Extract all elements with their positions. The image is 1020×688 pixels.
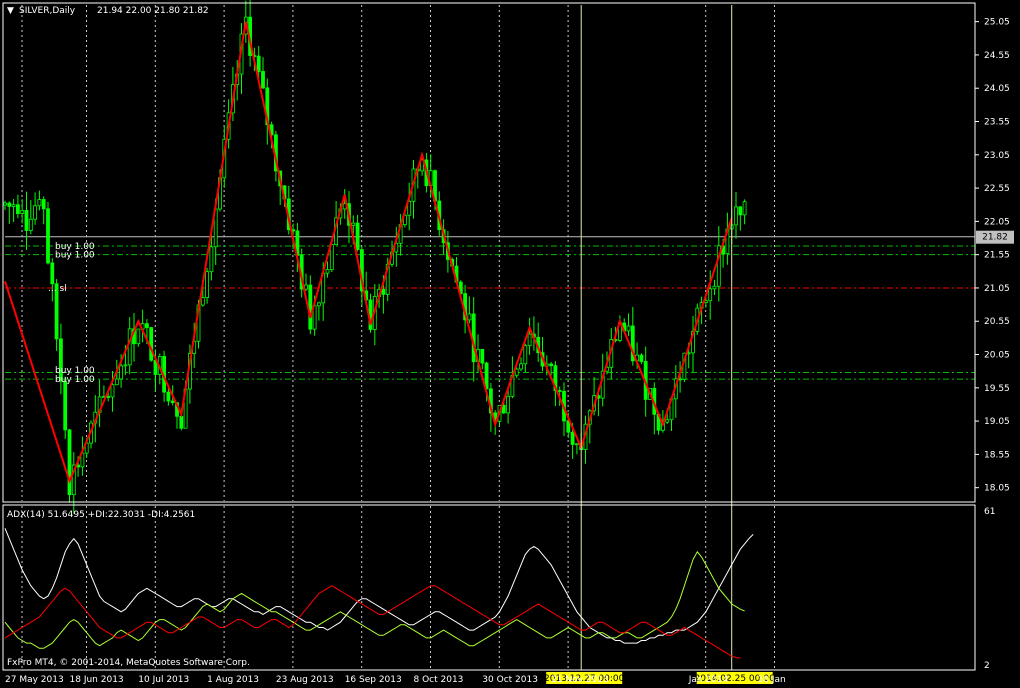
time-tick-label: Jan 2014: [688, 675, 729, 685]
candle-body: [67, 429, 72, 496]
price-tick-label: 23.05: [984, 151, 1010, 161]
symbol-label: SILVER,Daily: [19, 6, 76, 16]
order-label: buy 1.00: [55, 375, 95, 385]
price-tick-label: 24.05: [984, 84, 1010, 94]
candle-body: [742, 201, 747, 216]
adx-label: ADX(14) 51.6495 +DI:22.3031 -DI:4.2561: [7, 510, 195, 520]
candle-body: [123, 364, 128, 367]
candle-body: [549, 363, 553, 367]
candle-body: [480, 348, 485, 364]
time-tick-label: 30 Jan: [758, 675, 786, 685]
candle-body: [708, 288, 713, 302]
candle-body: [325, 269, 330, 274]
candle-body: [734, 206, 738, 226]
order-label: buy 1.00: [55, 242, 95, 252]
time-tick-label: 18 Jun 2013: [70, 675, 124, 685]
candle-body: [127, 328, 132, 366]
adx-tick-label: 61: [984, 507, 995, 517]
price-chart[interactable]: 2013.12.27 00:00 2014.02.25 00:00 25.0524…: [0, 0, 1020, 688]
ohlc-values: 21.94 22.00 21.80 21.82: [97, 6, 209, 16]
price-tick-label: 20.55: [984, 317, 1010, 327]
price-tick-label: 21.55: [984, 251, 1010, 261]
candle-body: [381, 288, 386, 295]
candle-body: [527, 333, 532, 347]
candle-body: [179, 415, 184, 429]
time-tick-label: 27 May 2013: [5, 675, 64, 685]
candle-body: [355, 222, 360, 250]
price-tick-label: 20.05: [984, 351, 1010, 361]
candle-body: [256, 55, 261, 72]
candle-body: [351, 222, 356, 226]
candle-body: [63, 380, 68, 431]
candle-body: [170, 400, 175, 403]
candle-body: [33, 205, 37, 220]
candle-body: [570, 431, 575, 445]
candle-body: [205, 271, 210, 298]
candle-body: [626, 325, 631, 332]
candle-body: [136, 328, 141, 345]
candle-body: [106, 396, 111, 398]
price-tick-label: 18.05: [984, 484, 1010, 494]
price-tick-label: 25.05: [984, 18, 1010, 28]
chart-menu-icon[interactable]: ▼: [7, 6, 14, 16]
time-tick-label: 1 Aug 2013: [207, 675, 259, 685]
time-tick-label: 21 Nov 2013: [551, 675, 609, 685]
order-label: ... sl: [48, 284, 67, 294]
candle-body: [639, 354, 644, 362]
candle-body: [37, 199, 42, 207]
candle-body: [261, 71, 265, 89]
time-tick-label: 23 Aug 2013: [276, 675, 334, 685]
candle-body: [3, 202, 7, 206]
candle-body: [24, 209, 29, 231]
price-tick-label: 19.05: [984, 417, 1010, 427]
time-tick-label: 30 Oct 2013: [482, 675, 538, 685]
candle-body: [501, 405, 506, 414]
candle-body: [20, 209, 25, 214]
candle-body: [209, 246, 214, 273]
price-tick-label: 24.55: [984, 51, 1010, 61]
candle-body: [46, 208, 50, 264]
candle-body: [149, 327, 154, 361]
copyright-text: FxPro MT4, © 2001-2014, MetaQuotes Softw…: [7, 658, 250, 668]
price-tick-label: 19.55: [984, 384, 1010, 394]
candle-body: [575, 443, 579, 446]
candle-body: [506, 395, 511, 414]
candle-body: [665, 419, 670, 423]
order-label: buy 1.00: [55, 366, 95, 376]
candle-body: [28, 218, 33, 231]
candle-body: [712, 285, 717, 290]
candle-body: [144, 323, 149, 328]
candle-body: [523, 345, 528, 365]
candle-body: [166, 391, 171, 402]
candle-body: [114, 378, 119, 386]
candle-body: [11, 204, 16, 207]
time-tick-label: 8 Oct 2013: [414, 675, 464, 685]
candle-body: [304, 284, 308, 290]
adx-tick-label: 2: [984, 661, 990, 671]
candle-body: [50, 262, 55, 285]
price-tick-label: 18.55: [984, 450, 1010, 460]
candle-body: [519, 363, 523, 370]
candle-body: [7, 202, 12, 207]
candle-body: [119, 365, 123, 380]
candle-body: [557, 390, 562, 392]
candle-body: [200, 297, 205, 306]
order-label: buy 1.00: [55, 251, 95, 261]
price-tick-label: 21.05: [984, 284, 1010, 294]
candle-body: [316, 302, 321, 307]
price-tick-label: 23.55: [984, 118, 1010, 128]
candle-body: [110, 384, 115, 398]
time-tick-label: 16 Sep 2013: [345, 675, 402, 685]
price-tick-label: 22.55: [984, 184, 1010, 194]
candle-body: [15, 204, 20, 214]
current-price-value: 21.82: [982, 233, 1008, 243]
candle-body: [738, 206, 743, 216]
candle-body: [467, 313, 472, 321]
candle-body: [308, 284, 313, 330]
candle-body: [41, 199, 46, 210]
time-tick-label: 10 Jul 2013: [138, 675, 189, 685]
price-tick-label: 22.05: [984, 217, 1010, 227]
